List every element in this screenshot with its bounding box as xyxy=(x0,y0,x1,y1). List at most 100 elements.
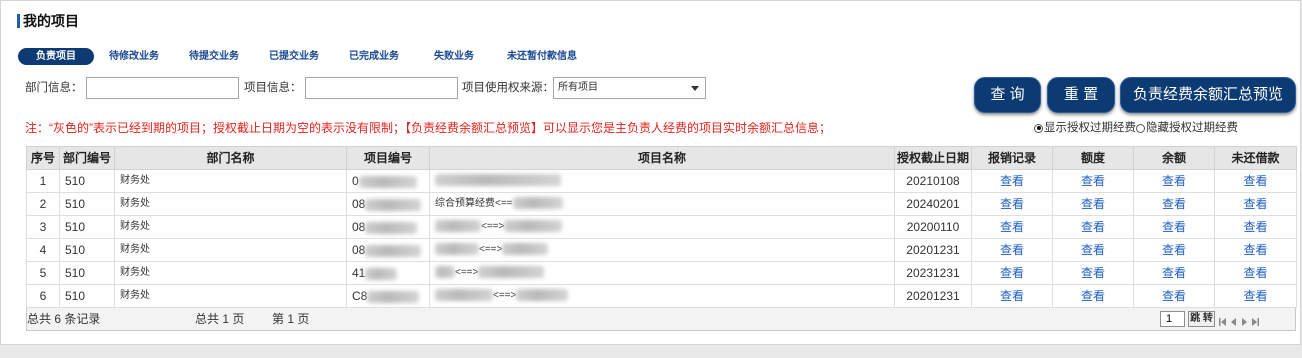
table-row: 4 510 财务处 08 <==> 20201231 查看 查看 查看 查看 xyxy=(26,238,1297,262)
show-expired-label[interactable]: 显示授权过期经费 xyxy=(1044,120,1136,136)
view-quota-link[interactable]: 查看 xyxy=(1081,220,1105,234)
dept-code: 510 xyxy=(65,174,86,188)
redacted-blur xyxy=(435,289,493,302)
col-header-balance: 余额 xyxy=(1133,146,1215,170)
hide-expired-label[interactable]: 隐藏授权过期经费 xyxy=(1146,120,1238,136)
view-quota-link[interactable]: 查看 xyxy=(1081,243,1105,257)
redacted-blur xyxy=(516,289,569,302)
view-reimbursement-link[interactable]: 查看 xyxy=(1000,174,1024,188)
view-unreturned-loan-cell: 查看 xyxy=(1214,192,1297,216)
redacted-blur xyxy=(367,290,420,303)
dept-name-cell: 财务处 xyxy=(114,284,347,308)
chevron-down-icon xyxy=(691,86,699,91)
auth-deadline-cell: 20210108 xyxy=(894,169,972,193)
tab-responsible-projects[interactable]: 负责项目 xyxy=(18,48,94,65)
view-unreturned-loan-cell: 查看 xyxy=(1214,215,1297,239)
dept-name: 财务处 xyxy=(120,221,150,232)
page-jump-button[interactable]: 跳 转 xyxy=(1188,311,1215,327)
col-header-unreturned-loan: 未还借款 xyxy=(1214,146,1297,170)
project-no-cell: 08 xyxy=(346,238,430,262)
total-pages-text: 总共 1 页 xyxy=(195,312,245,326)
project-name-cell: <==> xyxy=(429,284,895,308)
redacted-blur xyxy=(365,267,398,280)
view-reimbursement-cell: 查看 xyxy=(971,192,1053,216)
table-header-row: 序号 部门编号 部门名称 项目编号 项目名称 授权截止日期 报销记录 额度 余额… xyxy=(26,146,1297,170)
view-reimbursement-link[interactable]: 查看 xyxy=(1000,243,1024,257)
table-row: 1 510 财务处 0 20210108 查看 查看 查看 查看 xyxy=(26,169,1297,193)
dept-code-cell: 510 xyxy=(59,192,115,216)
dept-name-cell: 财务处 xyxy=(114,192,347,216)
dept-name-cell: 财务处 xyxy=(114,238,347,262)
query-button[interactable]: 查 询 xyxy=(974,77,1041,113)
redacted-blur xyxy=(478,266,545,279)
reset-button[interactable]: 重 置 xyxy=(1047,77,1115,113)
view-quota-cell: 查看 xyxy=(1052,284,1134,308)
project-name: <==> xyxy=(493,290,517,301)
dept-name: 财务处 xyxy=(120,175,150,186)
view-quota-link[interactable]: 查看 xyxy=(1081,174,1105,188)
view-reimbursement-link[interactable]: 查看 xyxy=(1000,220,1024,234)
redacted-blur xyxy=(435,174,561,187)
view-quota-link[interactable]: 查看 xyxy=(1081,197,1105,211)
last-page-icon[interactable] xyxy=(1252,315,1259,326)
redacted-blur xyxy=(435,220,481,233)
view-balance-link[interactable]: 查看 xyxy=(1162,266,1186,280)
tab-pending-submission[interactable]: 待提交业务 xyxy=(174,48,254,65)
show-expired-radio[interactable] xyxy=(1034,123,1043,133)
row-index-cell: 4 xyxy=(26,238,60,262)
view-balance-link[interactable]: 查看 xyxy=(1162,289,1186,303)
prev-page-icon[interactable] xyxy=(1230,315,1237,326)
first-page-icon[interactable] xyxy=(1219,315,1226,326)
view-unreturned-loan-cell: 查看 xyxy=(1214,169,1297,193)
dept-name: 财务处 xyxy=(120,290,150,301)
view-quota-link[interactable]: 查看 xyxy=(1081,266,1105,280)
view-reimbursement-link[interactable]: 查看 xyxy=(1000,197,1024,211)
view-balance-link[interactable]: 查看 xyxy=(1162,197,1186,211)
tab-completed[interactable]: 已完成业务 xyxy=(334,48,414,65)
project-source-select[interactable]: 所有项目 xyxy=(553,77,706,99)
row-index-cell: 3 xyxy=(26,215,60,239)
row-index: 6 xyxy=(39,289,47,303)
auth-deadline: 20240201 xyxy=(906,197,960,211)
auth-deadline-cell: 20240201 xyxy=(894,192,972,216)
tab-failed[interactable]: 失败业务 xyxy=(414,48,494,65)
view-unreturned-loan-link[interactable]: 查看 xyxy=(1243,243,1267,257)
view-unreturned-loan-link[interactable]: 查看 xyxy=(1243,174,1267,188)
main-panel: 我的项目 负责项目 待修改业务 待提交业务 已提交业务 已完成业务 失败业务 未… xyxy=(0,0,1301,345)
project-name: 综合预算经费<== xyxy=(435,198,513,209)
view-quota-link[interactable]: 查看 xyxy=(1081,289,1105,303)
redacted-blur xyxy=(512,197,563,210)
tab-unreturned-advances[interactable]: 未还暂付款信息 xyxy=(494,48,590,65)
tab-pending-modification[interactable]: 待修改业务 xyxy=(94,48,174,65)
hide-expired-radio[interactable] xyxy=(1136,123,1145,133)
next-page-icon[interactable] xyxy=(1241,315,1248,326)
view-reimbursement-link[interactable]: 查看 xyxy=(1000,266,1024,280)
redacted-blur xyxy=(358,175,417,188)
col-header-auth-deadline: 授权截止日期 xyxy=(894,146,972,170)
project-info-input[interactable] xyxy=(305,77,458,99)
view-balance-cell: 查看 xyxy=(1133,261,1215,285)
project-name: <==> xyxy=(479,244,503,255)
balance-summary-preview-button[interactable]: 负责经费余额汇总预览 xyxy=(1120,77,1296,113)
view-unreturned-loan-cell: 查看 xyxy=(1214,284,1297,308)
view-unreturned-loan-link[interactable]: 查看 xyxy=(1243,289,1267,303)
view-balance-link[interactable]: 查看 xyxy=(1162,220,1186,234)
view-balance-link[interactable]: 查看 xyxy=(1162,243,1186,257)
view-unreturned-loan-link[interactable]: 查看 xyxy=(1243,197,1267,211)
view-balance-cell: 查看 xyxy=(1133,192,1215,216)
redacted-blur xyxy=(365,244,422,257)
dept-name: 财务处 xyxy=(120,198,150,209)
dept-code-cell: 510 xyxy=(59,238,115,262)
view-balance-cell: 查看 xyxy=(1133,169,1215,193)
view-balance-link[interactable]: 查看 xyxy=(1162,174,1186,188)
col-header-dept-code: 部门编号 xyxy=(59,146,115,170)
tab-submitted[interactable]: 已提交业务 xyxy=(254,48,334,65)
redacted-blur xyxy=(365,198,422,211)
view-unreturned-loan-link[interactable]: 查看 xyxy=(1243,266,1267,280)
project-no-cell: 08 xyxy=(346,192,430,216)
view-reimbursement-link[interactable]: 查看 xyxy=(1000,289,1024,303)
dept-info-input[interactable] xyxy=(86,77,239,99)
view-unreturned-loan-link[interactable]: 查看 xyxy=(1243,220,1267,234)
page-jump-input[interactable] xyxy=(1160,311,1185,327)
row-index: 2 xyxy=(39,197,47,211)
